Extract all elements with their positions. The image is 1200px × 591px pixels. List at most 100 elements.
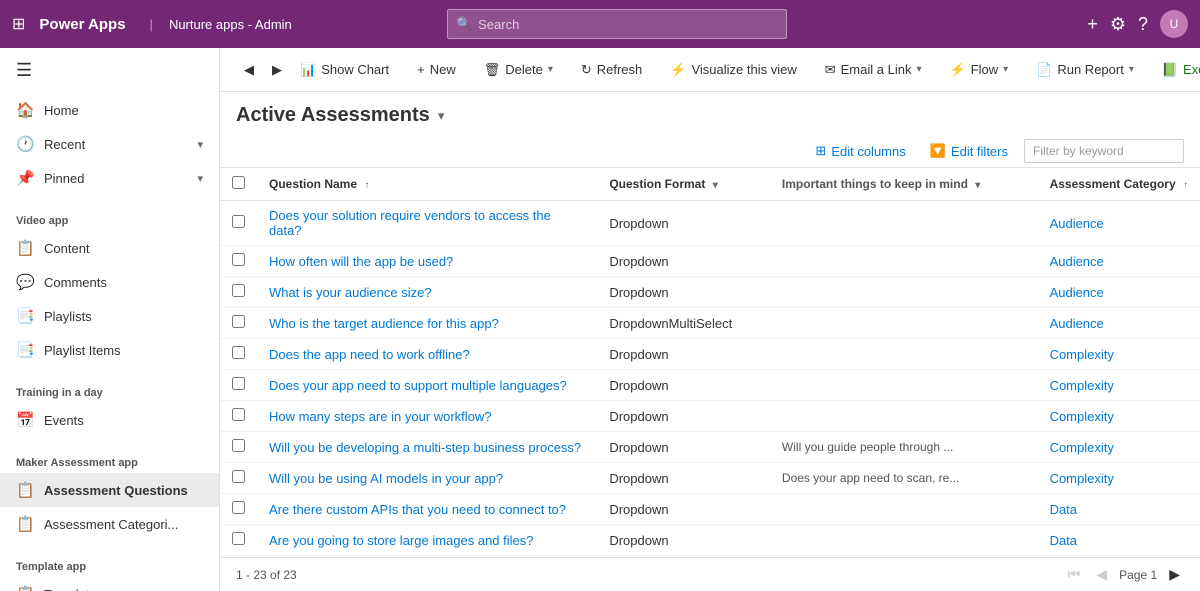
sidebar-item-playlists[interactable]: 📑 Playlists [0,299,219,333]
sidebar-item-recent[interactable]: 🕐 Recent ▾ [0,127,219,161]
settings-icon[interactable]: ⚙ [1110,14,1126,35]
first-page-button[interactable]: ⏮ [1064,564,1085,585]
table-footer: 1 - 23 of 23 ⏮ ◀ Page 1 ▶ [220,557,1200,591]
filter-icon: 🔽 [930,143,946,159]
edit-filters-button[interactable]: 🔽 Edit filters [922,139,1016,163]
sidebar-label-home: Home [44,103,79,118]
delete-chevron: ▾ [548,64,553,75]
row-checkbox-cell[interactable] [220,308,257,339]
question-link[interactable]: How often will the app be used? [269,254,453,269]
assessment-category-cell: Audience [1038,246,1200,277]
add-button[interactable]: + [1087,14,1098,35]
row-checkbox[interactable] [232,408,245,421]
chevron-down-icon-pinned: ▾ [197,172,203,185]
sidebar-item-assessment-questions[interactable]: 📋 Assessment Questions [0,473,219,507]
question-link[interactable]: How many steps are in your workflow? [269,409,492,424]
row-checkbox[interactable] [232,501,245,514]
back-button[interactable]: ◀ [236,56,262,84]
row-checkbox-cell[interactable] [220,494,257,525]
select-all-checkbox[interactable] [232,176,245,189]
question-link[interactable]: Does your app need to support multiple l… [269,378,567,393]
sidebar-label-playlist-items: Playlist Items [44,343,121,358]
row-checkbox-cell[interactable] [220,201,257,246]
sidebar-label-playlists: Playlists [44,309,92,324]
search-box[interactable]: 🔍 [447,9,787,39]
delete-button[interactable]: 🗑 Delete ▾ [476,56,561,84]
flow-icon: ⚡ [949,62,965,78]
question-link[interactable]: Will you be developing a multi-step busi… [269,440,581,455]
next-page-button[interactable]: ▶ [1165,564,1184,585]
row-checkbox[interactable] [232,532,245,545]
sidebar-item-templates[interactable]: 📋 Templates [0,577,219,591]
question-link[interactable]: Are there custom APIs that you need to c… [269,502,566,517]
flow-button[interactable]: ⚡ Flow ▾ [941,56,1016,84]
row-checkbox-cell[interactable] [220,463,257,494]
question-link[interactable]: Are you going to store large images and … [269,533,534,548]
question-link[interactable]: Does the app need to work offline? [269,347,470,362]
col-header-question-format[interactable]: Question Format ▾ [597,168,770,201]
visualize-button[interactable]: ⚡ Visualize this view [662,56,804,84]
forward-button[interactable]: ▶ [264,56,290,84]
prev-page-button[interactable]: ◀ [1092,564,1111,585]
question-name-cell: Will you be using AI models in your app? [257,463,597,494]
row-checkbox[interactable] [232,470,245,483]
row-checkbox-cell[interactable] [220,339,257,370]
excel-templates-label: Excel Templates [1183,62,1200,77]
col-header-question-name[interactable]: Question Name ↑ [257,168,597,201]
topbar: ⊞ Power Apps | Nurture apps - Admin 🔍 + … [0,0,1200,48]
row-checkbox-cell[interactable] [220,370,257,401]
avatar[interactable]: U [1160,10,1188,38]
sidebar-item-content[interactable]: 📋 Content [0,231,219,265]
table-row: Does your app need to support multiple l… [220,370,1200,401]
hamburger-icon[interactable]: ☰ [0,48,219,93]
content-area: ◀ ▶ 📊 Show Chart + New 🗑 Delete ▾ ↻ Refr… [220,48,1200,591]
question-link[interactable]: Does your solution require vendors to ac… [269,208,551,238]
row-checkbox-cell[interactable] [220,432,257,463]
sidebar-item-home[interactable]: 🏠 Home [0,93,219,127]
search-input[interactable] [478,17,778,32]
sidebar-item-comments[interactable]: 💬 Comments [0,265,219,299]
show-chart-button[interactable]: 📊 Show Chart [292,56,397,84]
question-link[interactable]: What is your audience size? [269,285,432,300]
new-button[interactable]: + New [409,56,464,83]
sidebar-item-events[interactable]: 📅 Events [0,403,219,437]
row-checkbox[interactable] [232,215,245,228]
flow-chevron: ▾ [1003,64,1008,75]
run-report-button[interactable]: 📄 Run Report ▾ [1028,56,1142,84]
sidebar-item-pinned[interactable]: 📌 Pinned ▾ [0,161,219,195]
refresh-button[interactable]: ↻ Refresh [573,56,650,84]
row-checkbox[interactable] [232,377,245,390]
row-checkbox-cell[interactable] [220,246,257,277]
sidebar-item-playlist-items[interactable]: 📑 Playlist Items [0,333,219,367]
checkbox-header[interactable] [220,168,257,201]
question-link[interactable]: Will you be using AI models in your app? [269,471,503,486]
view-title-chevron[interactable]: ▾ [438,108,445,124]
filter-input[interactable] [1024,139,1184,163]
table-row: What is your audience size? Dropdown Aud… [220,277,1200,308]
grid-icon[interactable]: ⊞ [12,14,25,34]
row-checkbox-cell[interactable] [220,277,257,308]
row-checkbox[interactable] [232,284,245,297]
columns-icon: ⊞ [815,143,826,159]
recent-icon: 🕐 [16,135,34,153]
question-format-cell: Dropdown [597,401,770,432]
excel-templates-button[interactable]: 📗 Excel Templates ▾ [1154,56,1200,84]
sidebar-item-assessment-categories[interactable]: 📋 Assessment Categori... [0,507,219,541]
email-link-button[interactable]: ✉ Email a Link ▾ [817,56,930,84]
col-header-important-things[interactable]: Important things to keep in mind ▾ [770,168,1038,201]
col-header-assessment-category[interactable]: Assessment Category ↑ [1038,168,1200,201]
row-checkbox[interactable] [232,439,245,452]
row-checkbox-cell[interactable] [220,525,257,556]
question-format-cell: Dropdown [597,246,770,277]
row-checkbox-cell[interactable] [220,401,257,432]
edit-columns-button[interactable]: ⊞ Edit columns [807,139,913,163]
sort-asc-icon-category: ↑ [1183,180,1188,191]
chevron-down-icon: ▾ [197,138,203,151]
row-checkbox[interactable] [232,346,245,359]
important-things-cell [770,246,1038,277]
row-checkbox[interactable] [232,253,245,266]
row-checkbox[interactable] [232,315,245,328]
question-link[interactable]: Who is the target audience for this app? [269,316,499,331]
sidebar-label-templates: Templates [44,587,103,591]
help-icon[interactable]: ? [1138,14,1148,35]
